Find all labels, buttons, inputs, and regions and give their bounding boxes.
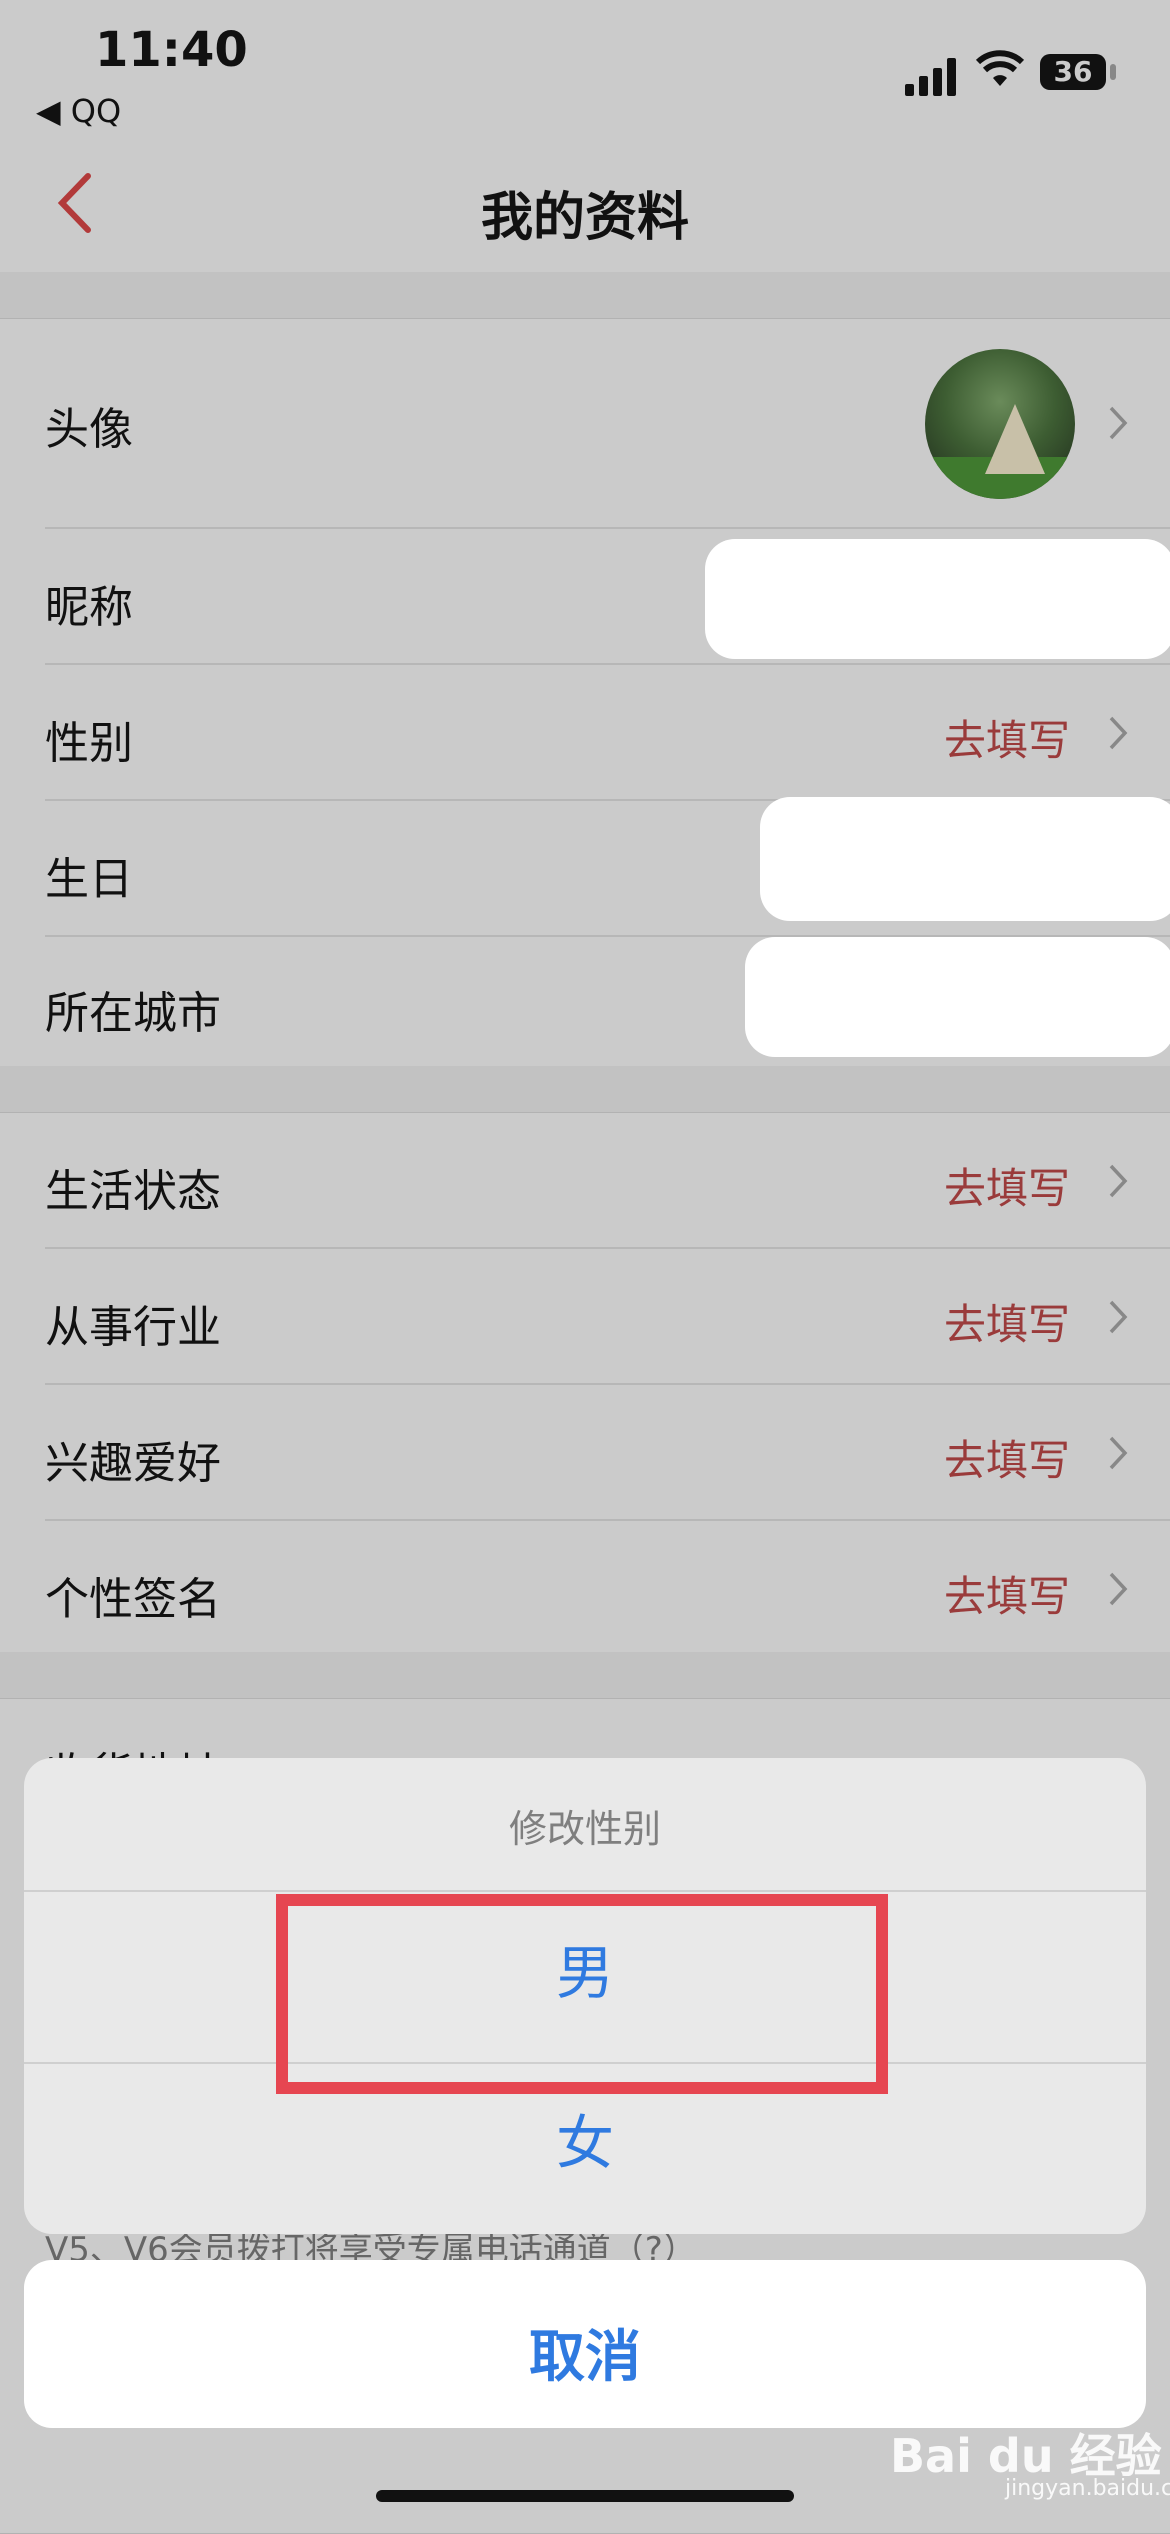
row-value: 去填写 [943, 1572, 1070, 1621]
row-label: 昵称 [45, 582, 133, 633]
profile-extra-group: 生活状态 去填写 从事行业 去填写 兴趣爱好 去填写 个性签名 去填写 [0, 1112, 1170, 1654]
row-nickname[interactable]: 昵称 [0, 529, 1170, 663]
section-gap [0, 1066, 1170, 1112]
redaction-mark [745, 937, 1170, 1057]
avatar [925, 349, 1075, 499]
home-indicator[interactable] [376, 2490, 794, 2502]
row-value: 去填写 [943, 1164, 1070, 1213]
row-label: 生日 [45, 854, 133, 905]
divider [24, 1890, 1146, 1892]
highlight-box [276, 1894, 888, 2094]
option-female[interactable]: 女 [24, 2078, 1146, 2228]
row-label: 从事行业 [45, 1302, 221, 1353]
row-value: 去填写 [943, 1300, 1070, 1349]
row-value: 去填写 [943, 1436, 1070, 1485]
redaction-mark [760, 797, 1170, 921]
page-title: 我的资料 [480, 188, 689, 248]
profile-basic-group: 头像 昵称 性别 去填写 生日 所在城市 [0, 318, 1170, 1068]
chevron-right-icon [1109, 1300, 1128, 1334]
row-gender[interactable]: 性别 去填写 [0, 665, 1170, 799]
wifi-icon [975, 50, 1025, 101]
row-city[interactable]: 所在城市 [0, 937, 1170, 1067]
chevron-right-icon [1109, 1572, 1128, 1606]
signal-icon [905, 56, 959, 96]
row-avatar[interactable]: 头像 [0, 319, 1170, 527]
status-time: 11:40 [95, 22, 248, 78]
cancel-button[interactable]: 取消 [24, 2260, 1146, 2428]
row-birthday[interactable]: 生日 [0, 797, 1170, 935]
chevron-right-icon [1109, 1164, 1128, 1198]
battery-icon: 36 [1040, 54, 1106, 90]
back-to-app-link[interactable]: ◀ QQ [36, 92, 121, 130]
watermark-url: jingyan.baidu.com [1005, 2476, 1170, 2501]
section-gap [0, 272, 1170, 318]
chevron-right-icon [1109, 1436, 1128, 1470]
row-signature[interactable]: 个性签名 去填写 [0, 1521, 1170, 1653]
row-life-status[interactable]: 生活状态 去填写 [0, 1113, 1170, 1247]
chevron-right-icon [1109, 716, 1128, 750]
redaction-mark [705, 539, 1170, 659]
row-label: 个性签名 [45, 1574, 221, 1625]
chevron-right-icon [1109, 406, 1128, 440]
row-hobbies[interactable]: 兴趣爱好 去填写 [0, 1385, 1170, 1519]
section-gap [0, 1652, 1170, 1698]
row-label: 头像 [45, 404, 133, 455]
row-label: 性别 [45, 718, 133, 769]
row-label: 兴趣爱好 [45, 1438, 221, 1489]
row-label: 所在城市 [45, 988, 221, 1039]
sheet-title: 修改性别 [508, 1807, 661, 1851]
cancel-label: 取消 [529, 2325, 641, 2390]
row-industry[interactable]: 从事行业 去填写 [0, 1249, 1170, 1383]
battery-tip [1110, 64, 1116, 80]
row-value: 去填写 [943, 716, 1070, 765]
row-label: 生活状态 [45, 1166, 221, 1217]
